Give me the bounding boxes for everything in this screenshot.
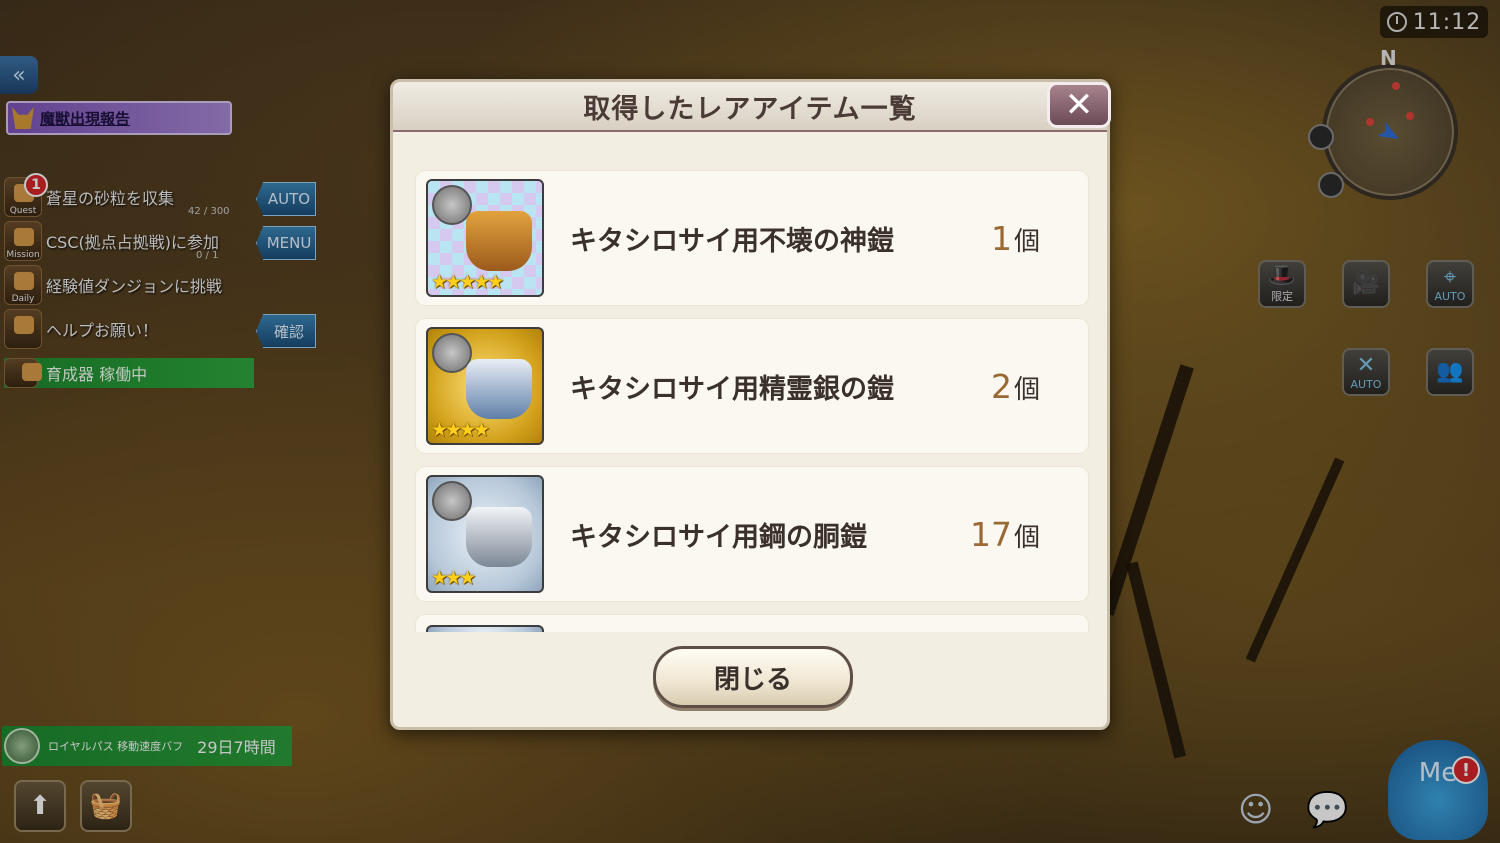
list-item: ★★★★ キタシロサイ用精霊銀の鎧 2個 bbox=[415, 318, 1089, 454]
list-item: ★★★★★ キタシロサイ用不壊の神鎧 1個 bbox=[415, 170, 1089, 306]
close-icon: ✕ bbox=[1064, 85, 1094, 125]
rarity-stars: ★★★★ bbox=[431, 419, 490, 441]
item-name: キタシロサイ用不壊の神鎧 bbox=[570, 225, 894, 257]
rarity-stars: ★★★★★ bbox=[431, 271, 504, 293]
item-thumbnail: ★★★★★ bbox=[426, 179, 544, 297]
rare-items-dialog: 取得したレアアイテム一覧 ✕ ★★★★★ キタシロサイ用不壊の神鎧 1個 ★★★… bbox=[390, 79, 1111, 730]
list-item-partial bbox=[415, 614, 1089, 632]
item-name: キタシロサイ用精霊銀の鎧 bbox=[570, 373, 894, 405]
dialog-title: 取得したレアアイテム一覧 bbox=[583, 93, 917, 125]
item-name: キタシロサイ用鋼の胴鎧 bbox=[570, 521, 867, 553]
item-thumbnail: ★★★★ bbox=[426, 327, 544, 445]
item-thumbnail: ★★★ bbox=[426, 475, 544, 593]
dialog-header: 取得したレアアイテム一覧 bbox=[393, 82, 1107, 132]
list-item: ★★★ キタシロサイ用鋼の胴鎧 17個 bbox=[415, 466, 1089, 602]
item-count: 1個 bbox=[990, 218, 1040, 258]
item-count: 17個 bbox=[969, 514, 1040, 554]
item-thumbnail bbox=[426, 625, 544, 632]
armor-icon bbox=[466, 359, 532, 419]
armor-icon bbox=[466, 211, 532, 271]
close-button[interactable]: 閉じる bbox=[653, 646, 853, 708]
item-count: 2個 bbox=[990, 366, 1040, 406]
close-x-button[interactable]: ✕ bbox=[1047, 82, 1111, 128]
armor-icon bbox=[466, 507, 532, 567]
rare-item-list[interactable]: ★★★★★ キタシロサイ用不壊の神鎧 1個 ★★★★ キタシロサイ用精霊銀の鎧 … bbox=[415, 170, 1089, 632]
rarity-stars: ★★★ bbox=[431, 567, 476, 589]
